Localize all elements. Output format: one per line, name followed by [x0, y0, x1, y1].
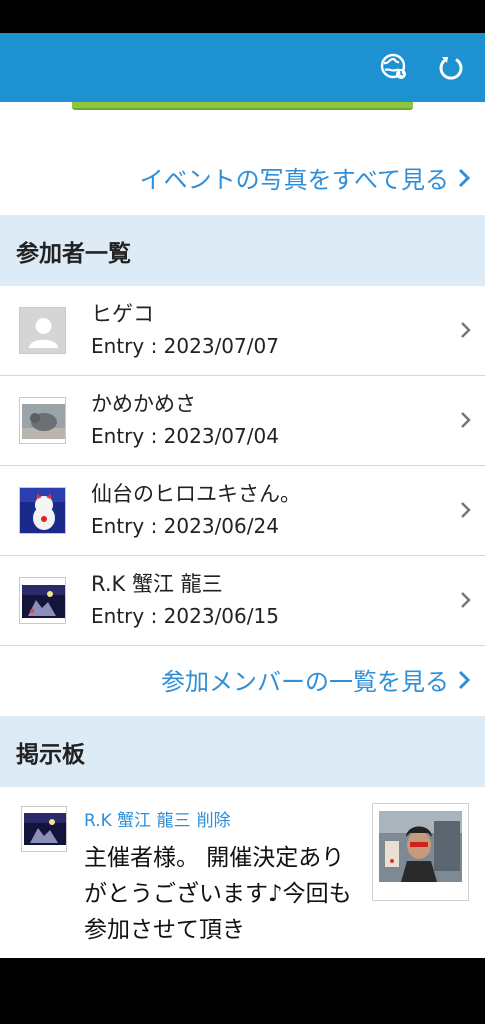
default-user-icon [19, 307, 66, 354]
chevron-right-icon [461, 502, 471, 518]
refresh-icon[interactable] [437, 53, 465, 81]
chevron-right-icon [461, 592, 471, 608]
board-post: R.K 蟹江 龍三 削除 主催者様。 開催決定ありがとうございます♪今回も参加させ… [0, 788, 485, 958]
all-photos-link-label: イベントの写真をすべて見る [139, 166, 449, 194]
status-bar [0, 0, 485, 33]
system-navigation-bar [0, 958, 485, 1024]
cat-photo [19, 397, 66, 444]
night-scene-photo [19, 577, 66, 624]
event-content: イベントの写真をすべて見る 参加者一覧 ヒゲコ Entry : 2023/07/… [0, 102, 485, 958]
all-photos-link[interactable]: イベントの写真をすべて見る [140, 160, 471, 195]
participant-name: 仙台のヒロユキさん。 [91, 482, 301, 506]
post-text: 主催者様。 開催決定ありがとうございます♪今回も参加させて頂き [84, 845, 352, 943]
delete-link[interactable]: 削除 [197, 811, 231, 831]
chevron-right-icon [461, 412, 471, 428]
globe-icon[interactable] [380, 53, 408, 81]
all-members-link-label: 参加メンバーの一覧を見る [161, 668, 449, 696]
board-section-title: 掲示板 [0, 716, 485, 787]
join-button[interactable] [72, 102, 413, 110]
chevron-right-icon [458, 168, 471, 187]
lucky-cat-photo [19, 487, 66, 534]
post-author-link[interactable]: R.K 蟹江 龍三 [84, 811, 191, 831]
participant-name: ヒゲコ [91, 302, 154, 326]
participant-entry-date: Entry : 2023/07/04 [91, 424, 279, 448]
participant-entry-date: Entry : 2023/06/24 [91, 514, 279, 538]
author-avatar[interactable] [21, 806, 67, 852]
participant-row[interactable]: 仙台のヒロユキさん。 Entry : 2023/06/24 [0, 466, 485, 556]
chevron-right-icon [458, 670, 471, 689]
all-members-link[interactable]: 参加メンバーの一覧を見る [161, 662, 471, 697]
participant-name: かめかめさ [91, 392, 196, 416]
participants-section-title: 参加者一覧 [0, 215, 485, 286]
participant-name: R.K 蟹江 龍三 [91, 572, 223, 596]
participant-row[interactable]: R.K 蟹江 龍三 Entry : 2023/06/15 [0, 556, 485, 646]
participant-entry-date: Entry : 2023/07/07 [91, 334, 279, 358]
participant-row[interactable]: かめかめさ Entry : 2023/07/04 [0, 376, 485, 466]
participant-row[interactable]: ヒゲコ Entry : 2023/07/07 [0, 286, 485, 376]
post-photo[interactable] [372, 803, 469, 901]
app-header [0, 33, 485, 102]
participant-entry-date: Entry : 2023/06/15 [91, 604, 279, 628]
chevron-right-icon [461, 322, 471, 338]
